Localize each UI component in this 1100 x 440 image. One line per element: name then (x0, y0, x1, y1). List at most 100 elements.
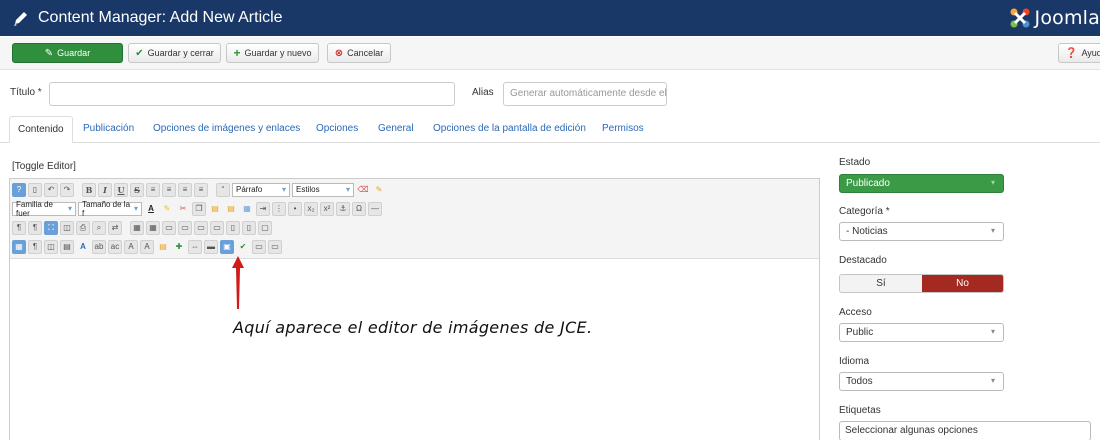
align-center-icon[interactable]: ≡ (162, 182, 176, 197)
image-manager-icon[interactable]: ▣ (220, 239, 234, 254)
template-icon[interactable]: ▤ (60, 239, 74, 254)
article-link-icon[interactable]: ✔ (236, 240, 250, 254)
page-title: Content Manager: Add New Article (38, 9, 283, 26)
align-justify-icon[interactable]: ≡ (194, 182, 208, 197)
print-icon[interactable]: ⎙ (76, 220, 90, 235)
ins-icon[interactable]: A (124, 239, 138, 254)
horizontal-rule-icon[interactable]: — (368, 201, 382, 216)
cell-props-icon[interactable]: ▭ (178, 220, 192, 235)
preview-icon[interactable]: ◫ (60, 220, 74, 235)
joomla-logo[interactable]: Joomla (1009, 5, 1100, 31)
alias-input[interactable]: Generar automáticamente desde el (503, 82, 667, 106)
bold-icon[interactable]: B (82, 182, 96, 197)
delete-col-icon[interactable]: ▯ (242, 220, 256, 235)
table-props-icon[interactable]: ▦ (146, 220, 160, 235)
editor-toolbar-row-1: ? ▯ ↶ ↷ B I U S ≡ ≡ ≡ ≡ “ Párrafo ▾ Estil… (12, 181, 386, 198)
align-left-icon[interactable]: ≡ (146, 182, 160, 197)
cleanup-icon[interactable]: ✎ (372, 183, 386, 197)
blockquote-icon[interactable]: “ (216, 182, 230, 197)
help-button[interactable]: ❓ Ayuda (1058, 43, 1100, 63)
delete-row-icon[interactable]: ▭ (210, 220, 224, 235)
eraser-icon[interactable]: ⌫ (356, 183, 370, 197)
language-value: Todos (846, 376, 873, 387)
ltr-icon[interactable]: ¶ (12, 220, 26, 235)
tab-permisos[interactable]: Permisos (602, 116, 644, 143)
format-select[interactable]: Párrafo ▾ (232, 182, 290, 197)
redo-icon[interactable]: ↷ (60, 182, 74, 197)
cancel-label: Cancelar (347, 48, 384, 58)
featured-yes-button[interactable]: Sí (840, 275, 922, 292)
tab-imagenes-enlaces[interactable]: Opciones de imágenes y enlaces (153, 116, 300, 143)
font-color-icon[interactable]: A (144, 202, 158, 216)
save-button[interactable]: ✎ Guardar (12, 43, 123, 63)
insert-row-icon[interactable]: ▭ (194, 220, 208, 235)
help-icon[interactable]: ? (12, 182, 26, 197)
indent-icon[interactable]: ⇥ (256, 201, 270, 216)
iframe-icon[interactable]: ▭ (268, 239, 282, 254)
cancel-button[interactable]: ⊗ Cancelar (327, 43, 391, 63)
save-new-button[interactable]: + Guardar y nuevo (226, 43, 319, 63)
row-props-icon[interactable]: ▭ (162, 220, 176, 235)
special-chars-icon[interactable]: Ω (352, 201, 366, 216)
paste-icon[interactable]: ▤ (208, 202, 222, 216)
editor-toolbar-row-2: Familia de fuer ▾ Tamaño de la f ▾ A ✎ ✂ ❐… (12, 200, 382, 218)
search-icon[interactable]: ⌕ (92, 220, 106, 235)
chevron-down-icon: ▾ (281, 185, 286, 194)
paste-text-icon[interactable]: ▤ (224, 202, 238, 216)
tab-publicacion[interactable]: Publicación (83, 116, 134, 143)
toggle-editor-link[interactable]: [Toggle Editor] (12, 161, 76, 172)
tab-general[interactable]: General (378, 116, 414, 143)
status-select[interactable]: Publicado ▾ (839, 174, 1004, 193)
check-icon: ✔ (135, 47, 144, 59)
language-select[interactable]: Todos ▾ (839, 372, 1004, 391)
category-value: - Noticias (846, 226, 888, 237)
chevron-down-icon: ▾ (990, 178, 995, 187)
merge-cells-icon[interactable]: ▢ (258, 220, 272, 235)
tab-contenido[interactable]: Contenido (9, 116, 73, 143)
superscript-icon[interactable]: x² (320, 201, 334, 216)
readmore-icon[interactable]: ▬ (204, 239, 218, 254)
subscript-icon[interactable]: x₂ (304, 201, 318, 216)
numbered-list-icon[interactable]: ⋮ (272, 201, 286, 216)
undo-icon[interactable]: ↶ (44, 182, 58, 197)
link-icon[interactable]: ✚ (172, 240, 186, 254)
unlink-icon[interactable]: ⇔ (188, 239, 202, 254)
strikethrough-icon[interactable]: S (130, 182, 144, 197)
styles-select[interactable]: Estilos ▾ (292, 182, 354, 197)
editor-toolbar-row-4: ▦ ¶ ◫ ▤ A ab ac A A ▤ ✚ ⇔ ▬ ▣ ✔ ▭ ▭ (12, 238, 282, 255)
fullscreen-icon[interactable]: ⛶ (44, 220, 58, 235)
featured-no-button[interactable]: No (922, 275, 1003, 292)
save-close-button[interactable]: ✔ Guardar y cerrar (128, 43, 221, 63)
tab-opciones[interactable]: Opciones (316, 116, 358, 143)
anchor-icon[interactable]: ⚓ (336, 201, 350, 216)
cut-icon[interactable]: ✂ (176, 202, 190, 216)
rtl-icon[interactable]: ¶ (28, 220, 42, 235)
table-icon[interactable]: ▦ (130, 220, 144, 235)
del-icon[interactable]: A (140, 239, 154, 254)
tags-input[interactable]: Seleccionar algunas opciones (839, 421, 1091, 440)
visual-aid-icon[interactable]: ▦ (12, 239, 26, 254)
category-select[interactable]: - Noticias ▾ (839, 222, 1004, 241)
tab-pantalla-edicion[interactable]: Opciones de la pantalla de edición (433, 116, 586, 143)
new-document-icon[interactable]: ▯ (28, 182, 42, 197)
copy-icon[interactable]: ❐ (192, 201, 206, 216)
paragraph-marks-icon[interactable]: ¶ (28, 239, 42, 254)
align-right-icon[interactable]: ≡ (178, 182, 192, 197)
font-size-select[interactable]: Tamaño de la f ▾ (78, 200, 142, 218)
font-family-select[interactable]: Familia de fuer ▾ (12, 200, 76, 218)
pagebreak-icon[interactable]: ▭ (252, 239, 266, 254)
spellcheck-icon[interactable]: A (76, 240, 90, 254)
source-code-icon[interactable]: ◫ (44, 239, 58, 254)
highlight-icon[interactable]: ✎ (160, 202, 174, 216)
italic-icon[interactable]: I (98, 182, 112, 197)
access-select[interactable]: Public ▾ (839, 323, 1004, 342)
media-icon[interactable]: ▤ (156, 240, 170, 254)
title-input[interactable] (49, 82, 455, 106)
insert-col-icon[interactable]: ▯ (226, 220, 240, 235)
abbr-icon[interactable]: ab (92, 239, 106, 254)
underline-icon[interactable]: U (114, 182, 128, 197)
paste-word-icon[interactable]: ▦ (240, 202, 254, 216)
bulleted-list-icon[interactable]: • (288, 201, 302, 216)
replace-icon[interactable]: ⇄ (108, 220, 122, 235)
acronym-icon[interactable]: ac (108, 239, 122, 254)
